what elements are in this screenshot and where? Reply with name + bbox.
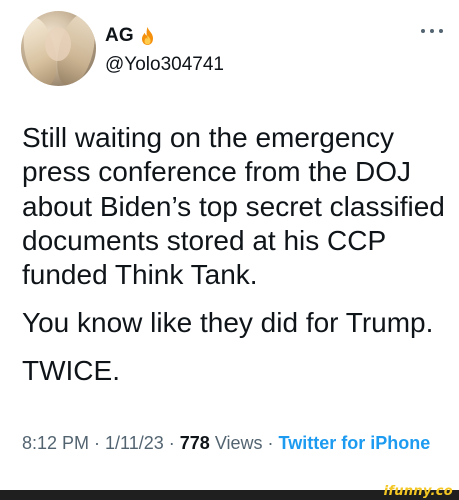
more-dot xyxy=(430,29,434,33)
tweet-time[interactable]: 8:12 PM xyxy=(22,433,89,453)
views-label: Views xyxy=(214,433,263,453)
fire-icon xyxy=(141,27,153,45)
meta-separator: · xyxy=(262,433,279,453)
tweet-source-link[interactable]: Twitter for iPhone xyxy=(279,433,431,453)
tweet-paragraph: You know like they did for Trump. xyxy=(22,307,434,339)
meta-separator: · xyxy=(89,433,106,453)
display-name-text: AG xyxy=(105,25,134,46)
display-name[interactable]: AG xyxy=(105,25,156,47)
user-handle[interactable]: @Yolo304741 xyxy=(105,54,224,76)
tweet-text: Still waiting on the emergency press con… xyxy=(22,121,452,388)
avatar[interactable] xyxy=(21,11,96,86)
avatar-face xyxy=(45,27,71,61)
more-dot xyxy=(439,29,443,33)
watermark-logo: ifunny.co xyxy=(383,484,453,499)
tweet-paragraph: TWICE. xyxy=(22,354,120,386)
tweet-paragraph: Still waiting on the emergency press con… xyxy=(22,122,445,291)
views-count: 778 xyxy=(179,433,210,453)
more-dot xyxy=(421,29,425,33)
meta-separator: · xyxy=(163,433,180,453)
tweet-meta: 8:12 PM · 1/11/23 · 778 Views · Twitter … xyxy=(22,430,452,456)
tweet-date[interactable]: 1/11/23 xyxy=(105,433,164,453)
more-icon[interactable] xyxy=(419,22,445,40)
